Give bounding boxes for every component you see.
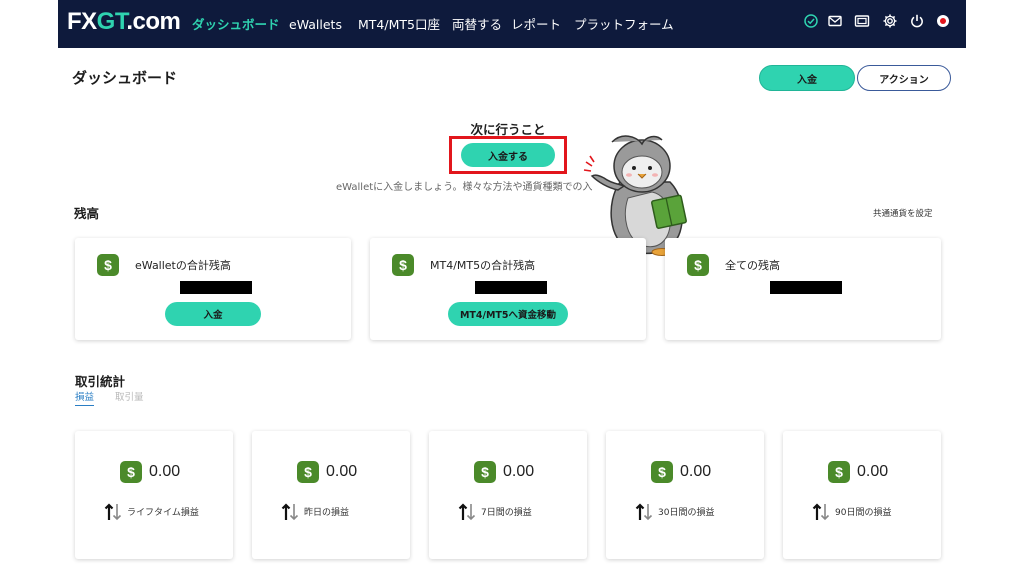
dollar-icon: $ [687, 254, 709, 276]
stat-label: 7日間の損益 [481, 508, 532, 518]
fxgt-logo[interactable]: FXGT.com [67, 8, 181, 36]
page-title: ダッシュボード [72, 69, 178, 87]
stat-label: ライフタイム損益 [127, 508, 199, 518]
up-down-arrows-icon [812, 503, 830, 521]
logo-fx: FX [67, 8, 97, 35]
gear-icon[interactable] [881, 12, 899, 30]
dollar-icon: $ [297, 461, 319, 483]
wallet-icon[interactable] [853, 12, 871, 30]
next-deposit-button[interactable]: 入金する [461, 143, 555, 167]
stat-card-yesterday: $ 0.00 昨日の損益 [252, 431, 410, 559]
balance-card-label: 全ての残高 [725, 259, 780, 272]
stat-label: 30日間の損益 [658, 508, 715, 518]
stat-value: 0.00 [857, 463, 889, 480]
stat-label: 昨日の損益 [304, 508, 350, 518]
dollar-icon: $ [651, 461, 673, 483]
logo-gt: GT [96, 8, 127, 35]
dollar-icon: $ [97, 254, 119, 276]
mail-icon[interactable] [826, 12, 844, 30]
nav-mt4-mt5-accounts[interactable]: MT4/MT5口座 [358, 17, 440, 33]
stat-card-7-days: $ 0.00 7日間の損益 [429, 431, 587, 559]
set-common-currency-link[interactable]: 共通通貨を設定 [873, 207, 933, 219]
up-down-arrows-icon [104, 503, 122, 521]
dollar-icon: $ [828, 461, 850, 483]
stats-section-title: 取引統計 [75, 374, 126, 389]
verified-check-icon[interactable] [802, 12, 820, 30]
ewallet-balance-card: $ eWalletの合計残高 入金 [75, 238, 351, 340]
top-nav-bar: FXGT.com ダッシュボード eWallets MT4/MT5口座 両替する… [58, 0, 966, 48]
power-icon[interactable] [908, 12, 926, 30]
logo-com: .com [126, 8, 181, 35]
nav-ewallets[interactable]: eWallets [289, 17, 342, 33]
nav-dashboard[interactable]: ダッシュボード [192, 17, 280, 33]
transfer-to-mt-button[interactable]: MT4/MT5へ資金移動 [448, 302, 568, 326]
app-frame: FXGT.com ダッシュボード eWallets MT4/MT5口座 両替する… [58, 0, 966, 576]
nav-exchange[interactable]: 両替する [452, 17, 502, 33]
up-down-arrows-icon [281, 503, 299, 521]
stat-label: 90日間の損益 [835, 508, 892, 518]
nav-reports[interactable]: レポート [511, 17, 561, 33]
redacted-amount [180, 281, 252, 294]
up-down-arrows-icon [635, 503, 653, 521]
dollar-icon: $ [474, 461, 496, 483]
dollar-icon: $ [392, 254, 414, 276]
tab-volume[interactable]: 取引量 [115, 392, 144, 404]
stat-value: 0.00 [680, 463, 712, 480]
deposit-button[interactable]: 入金 [759, 65, 855, 91]
redacted-amount [770, 281, 842, 294]
ewallet-deposit-button[interactable]: 入金 [165, 302, 261, 326]
dollar-icon: $ [120, 461, 142, 483]
action-button[interactable]: アクション [857, 65, 951, 91]
balance-card-label: eWalletの合計残高 [135, 259, 231, 272]
balance-card-label: MT4/MT5の合計残高 [430, 259, 536, 272]
stat-card-lifetime: $ 0.00 ライフタイム損益 [75, 431, 233, 559]
stat-value: 0.00 [326, 463, 358, 480]
stat-value: 0.00 [503, 463, 535, 480]
up-down-arrows-icon [458, 503, 476, 521]
balance-section-title: 残高 [74, 206, 100, 221]
tab-profit-loss[interactable]: 損益 [75, 392, 95, 406]
nav-platforms[interactable]: プラットフォーム [574, 17, 674, 33]
total-balance-card: $ 全ての残高 [665, 238, 941, 340]
stat-card-90-days: $ 0.00 90日間の損益 [783, 431, 941, 559]
redacted-amount [475, 281, 547, 294]
stat-value: 0.00 [149, 463, 181, 480]
mt-balance-card: $ MT4/MT5の合計残高 MT4/MT5へ資金移動 [370, 238, 646, 340]
stat-card-30-days: $ 0.00 30日間の損益 [606, 431, 764, 559]
record-icon[interactable] [934, 12, 952, 30]
